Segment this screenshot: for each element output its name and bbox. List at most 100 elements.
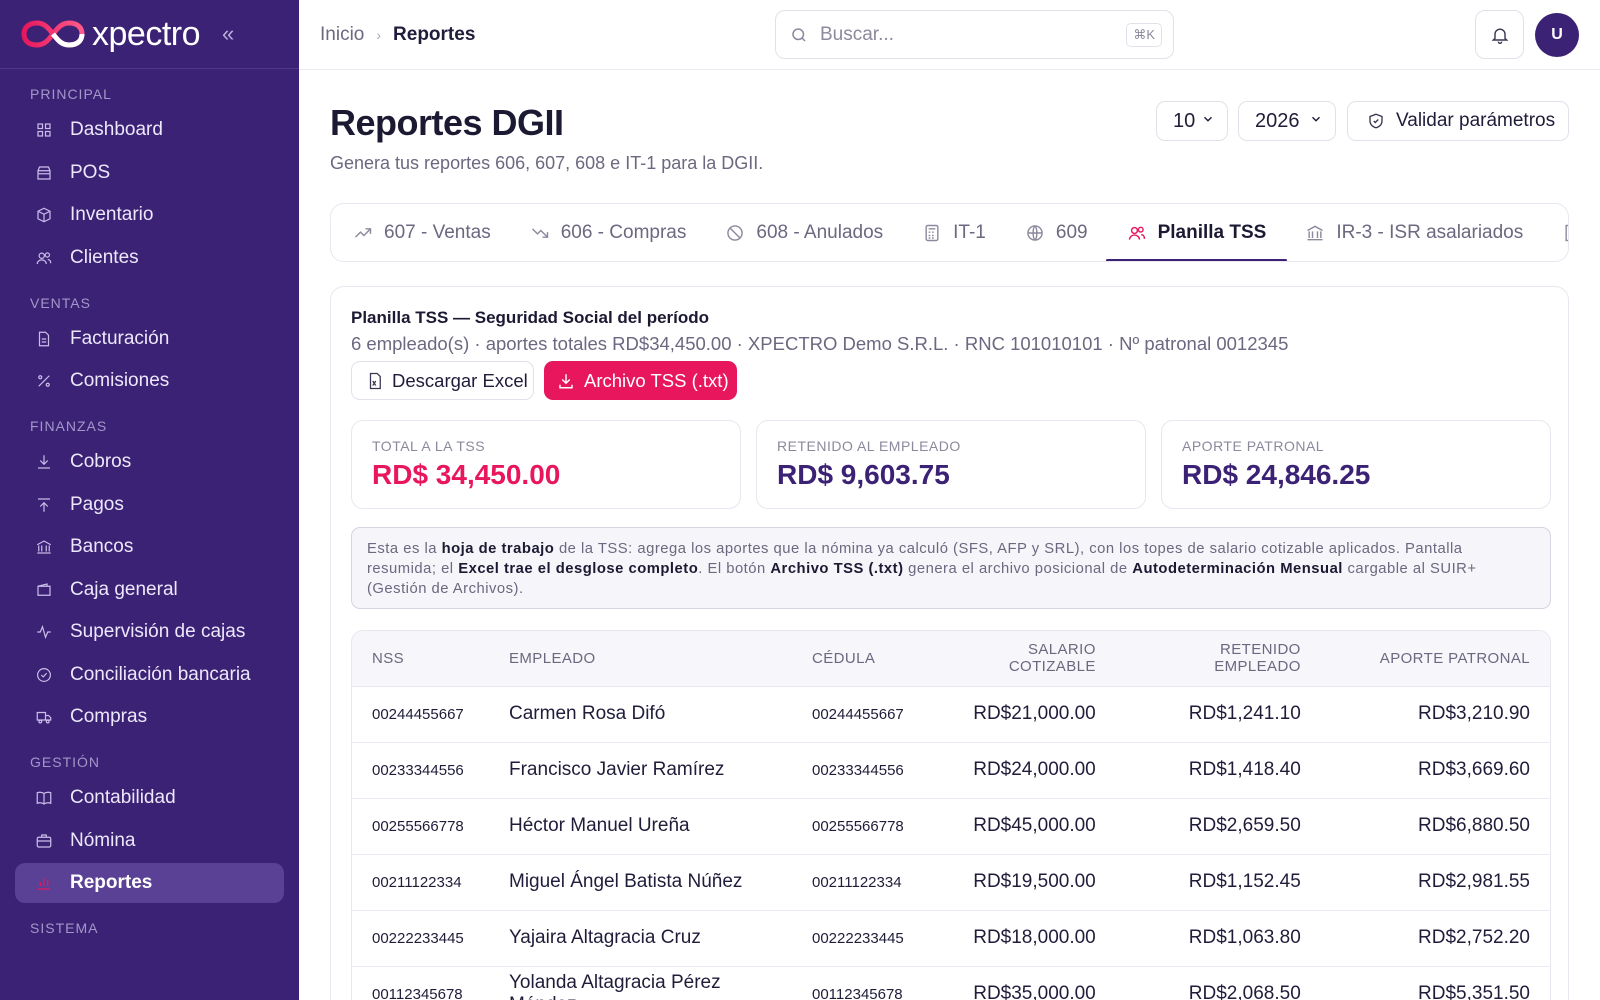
trending-down-icon: [531, 227, 548, 238]
planilla-meta: 6 empleado(s) · aportes totales RD$34,45…: [351, 333, 1289, 354]
tss-file-label: Archivo TSS (.txt): [584, 369, 729, 391]
table-row: 00233344556 Francisco Javier Ramírez 00233…: [352, 742, 1550, 799]
search-box[interactable]: ⌘K: [775, 10, 1174, 59]
tab-608-anulados[interactable]: 608 - Anulados: [725, 204, 884, 261]
page-subtitle: Genera tus reportes 606, 607, 608 e IT-1…: [330, 153, 764, 173]
col-empleado: EMPLEADO: [489, 631, 792, 687]
cell-retenido: RD$1,152.45: [1115, 854, 1321, 911]
cell-nss: 00222233445: [352, 910, 489, 967]
sidebar-item-caja-general[interactable]: Caja general: [15, 570, 284, 610]
sidebar-item-facturacion[interactable]: Facturación: [15, 319, 284, 359]
main-content: Reportes DGII Genera tus reportes 606, 6…: [299, 70, 1600, 1000]
table-body: 00244455667 Carmen Rosa Difó 00244455667 RD…: [352, 686, 1550, 1000]
cell-empleado: Miguel Ángel Batista Núñez: [489, 854, 792, 911]
breadcrumb-current: Reportes: [393, 24, 476, 45]
tab-609[interactable]: 609: [1025, 204, 1088, 261]
search-input[interactable]: [820, 23, 1110, 46]
stat-label: APORTE PATRONAL: [1182, 438, 1325, 454]
tss-table-container: NSS EMPLEADO CÉDULA SALARIO COTIZABLE RE…: [351, 630, 1551, 1000]
month-select[interactable]: 10: [1156, 101, 1228, 141]
cell-salario: RD$45,000.00: [923, 798, 1116, 855]
tss-file-button[interactable]: Archivo TSS (.txt): [544, 361, 737, 400]
info-note: Esta es la hoja de trabajo de la TSS: ag…: [351, 527, 1551, 609]
col-salario: SALARIO COTIZABLE: [923, 631, 1116, 687]
tab-label: IT-1: [953, 221, 986, 243]
validate-params-button[interactable]: Validar parámetros: [1347, 101, 1569, 141]
tab-planilla-tss[interactable]: Planilla TSS: [1105, 204, 1288, 261]
cell-empleado: Francisco Javier Ramírez: [489, 742, 792, 799]
sidebar-item-label: Conciliación bancaria: [70, 663, 251, 685]
note-text: genera el archivo posicional de: [903, 561, 1133, 577]
sidebar-item-nomina[interactable]: Nómina: [15, 821, 284, 861]
cell-nss: 00233344556: [352, 742, 489, 799]
tab-607-ventas[interactable]: 607 - Ventas: [353, 204, 491, 261]
cell-cedula: 00244455667: [792, 686, 924, 743]
tab-label: 609: [1055, 221, 1088, 243]
sidebar-item-dashboard[interactable]: Dashboard: [15, 110, 284, 150]
stat-label: TOTAL A LA TSS: [372, 438, 486, 454]
topbar: Inicio › Reportes ⌘K U: [299, 0, 1600, 70]
building-icon: [1565, 224, 1568, 241]
chevron-down-icon: [1312, 116, 1320, 122]
sidebar-item-bancos[interactable]: Bancos: [15, 527, 284, 567]
cell-nss: 00211122334: [352, 854, 489, 911]
percent-icon: [38, 375, 50, 387]
year-select[interactable]: 2026: [1238, 101, 1336, 141]
collapse-sidebar-icon[interactable]: «: [222, 21, 234, 47]
cell-aporte: RD$2,981.55: [1320, 854, 1550, 911]
col-aporte: APORTE PATRONAL: [1320, 631, 1550, 687]
col-cedula: CÉDULA: [792, 631, 924, 687]
cell-cedula: 00255566778: [792, 798, 924, 855]
sidebar-item-label: Facturación: [70, 327, 170, 349]
cell-nss: 00112345678: [352, 966, 489, 1000]
cell-empleado: Yolanda Altagracia Pérez Méndez: [489, 966, 792, 1000]
tab-it-1[interactable]: IT-1: [922, 204, 986, 261]
sidebar-item-label: Pagos: [70, 493, 124, 515]
cell-retenido: RD$1,418.40: [1115, 742, 1321, 799]
col-nss: NSS: [352, 631, 489, 687]
sidebar-item-reportes[interactable]: Reportes: [15, 863, 284, 903]
avatar[interactable]: U: [1535, 13, 1579, 57]
sidebar-item-contabilidad[interactable]: Contabilidad: [15, 778, 284, 818]
bank-icon: [36, 540, 52, 554]
tab-more[interactable]: [1562, 204, 1568, 261]
chevron-right-icon: ›: [376, 27, 382, 43]
cell-cedula: 00211122334: [792, 854, 924, 911]
sidebar-item-pos[interactable]: POS: [15, 153, 284, 193]
cell-retenido: RD$2,068.50: [1115, 966, 1321, 1000]
table-row: 00222233445 Yajaira Altagracia Cruz 002222…: [352, 910, 1550, 967]
note-text: . El botón: [698, 561, 771, 577]
ban-icon: [727, 224, 744, 241]
stat-total-tss: TOTAL A LA TSS RD$ 34,450.00: [351, 420, 741, 509]
tab-606-compras[interactable]: 606 - Compras: [530, 204, 686, 261]
bank-icon: [1307, 225, 1324, 240]
cell-nss: 00255566778: [352, 798, 489, 855]
cell-nss: 00244455667: [352, 686, 489, 743]
sidebar-item-pagos[interactable]: Pagos: [15, 485, 284, 525]
tab-label: 608 - Anulados: [756, 221, 884, 243]
store-icon: [37, 165, 51, 180]
table-row: 00244455667 Carmen Rosa Difó 00244455667 RD…: [352, 686, 1550, 743]
sidebar-item-supervision-de-cajas[interactable]: Supervisión de cajas: [15, 612, 284, 652]
sidebar-item-clientes[interactable]: Clientes: [15, 238, 284, 278]
sidebar-item-label: Supervisión de cajas: [70, 621, 246, 642]
sidebar-item-label: Bancos: [70, 536, 134, 557]
sidebar-item-label: Dashboard: [70, 119, 163, 140]
excel-file-icon: [369, 372, 381, 389]
month-value: 10: [1173, 109, 1196, 132]
page-title: Reportes DGII: [330, 102, 564, 143]
tab-ir-3-isr-asalariados[interactable]: IR-3 - ISR asalariados: [1305, 204, 1523, 261]
sidebar-item-compras[interactable]: Compras: [15, 697, 284, 737]
sidebar-section-title: VENTAS: [30, 294, 91, 311]
validate-params-label: Validar parámetros: [1396, 110, 1556, 131]
sidebar-item-comisiones[interactable]: Comisiones: [15, 361, 284, 401]
notifications-button[interactable]: [1475, 10, 1524, 59]
sidebar-item-inventario[interactable]: Inventario: [15, 195, 284, 235]
sidebar-item-cobros[interactable]: Cobros: [15, 442, 284, 482]
sidebar-item-conciliacion-bancaria[interactable]: Conciliación bancaria: [15, 655, 284, 695]
download-excel-button[interactable]: Descargar Excel: [351, 361, 534, 400]
brand-name: xpectro: [92, 14, 201, 53]
breadcrumb-home[interactable]: Inicio: [320, 24, 364, 46]
sidebar-section-title: FINANZAS: [30, 418, 108, 434]
users-icon: [36, 251, 52, 264]
